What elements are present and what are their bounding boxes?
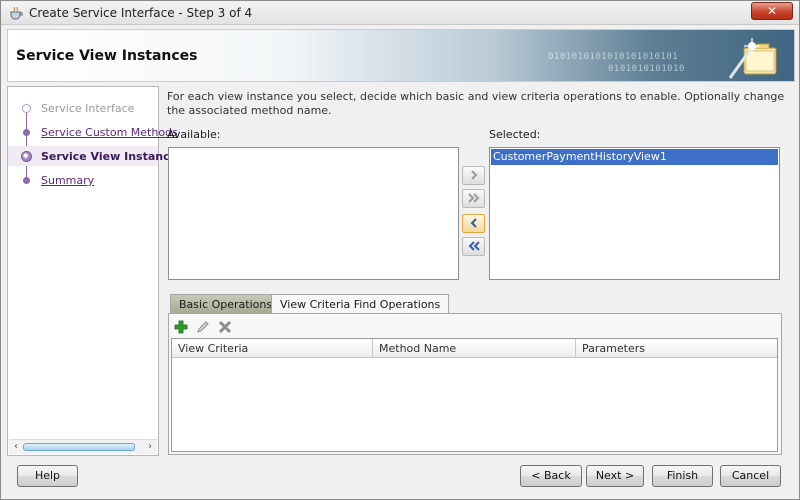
- nav-horizontal-scrollbar[interactable]: ‹ ›: [9, 439, 157, 454]
- cancel-button-label: Cancel: [731, 469, 770, 482]
- chevron-right-icon: [470, 170, 477, 180]
- current-step-icon: [21, 151, 32, 162]
- nav-item-summary[interactable]: Summary: [8, 170, 158, 190]
- close-icon: ✕: [766, 4, 778, 18]
- scroll-left-icon[interactable]: ‹: [9, 440, 23, 454]
- edit-pencil-icon[interactable]: [195, 319, 211, 335]
- delete-x-icon[interactable]: [217, 319, 233, 335]
- window-close-button[interactable]: ✕: [751, 2, 793, 20]
- next-button-label: Next >: [595, 469, 635, 482]
- scrollbar-thumb[interactable]: [23, 443, 135, 451]
- wizard-nav-panel: Service Interface Service Custom Methods…: [7, 86, 184, 456]
- column-header-view-criteria[interactable]: View Criteria: [172, 339, 373, 358]
- help-button[interactable]: Help: [17, 465, 78, 487]
- step-dot-icon: [23, 177, 30, 184]
- back-button[interactable]: < Back: [520, 465, 582, 487]
- tab-view-criteria-find-operations[interactable]: View Criteria Find Operations: [271, 294, 450, 314]
- selected-label: Selected:: [489, 128, 541, 141]
- nav-item-label: Service View Instances: [41, 150, 184, 163]
- wizard-window: Create Service Interface - Step 3 of 4 ✕…: [0, 0, 800, 500]
- back-button-label: < Back: [531, 469, 571, 482]
- chevron-left-icon: [470, 218, 477, 228]
- instructions-text: For each view instance you select, decid…: [167, 90, 785, 117]
- double-chevron-right-icon: [467, 193, 479, 203]
- nav-item-label: Service Custom Methods: [41, 126, 178, 139]
- nav-item-service-custom-methods[interactable]: Service Custom Methods: [8, 122, 178, 142]
- column-header-method-name[interactable]: Method Name: [373, 339, 576, 358]
- move-left-button[interactable]: [462, 214, 485, 233]
- selected-list[interactable]: CustomerPaymentHistoryView1: [489, 147, 780, 280]
- coffee-cup-icon: [10, 6, 23, 20]
- column-header-parameters[interactable]: Parameters: [576, 339, 777, 358]
- finish-button-label: Finish: [666, 469, 699, 482]
- window-title: Create Service Interface - Step 3 of 4: [29, 6, 253, 20]
- page-title: Service View Instances: [16, 48, 198, 64]
- next-button[interactable]: Next >: [586, 465, 644, 487]
- folder-wand-icon: [728, 38, 777, 79]
- title-bar: Create Service Interface - Step 3 of 4 ✕: [1, 1, 799, 25]
- step-dot-icon: [22, 104, 31, 113]
- banner-binary-text-2: 0101010101010: [608, 64, 685, 74]
- header-banner: Service View Instances 01010101010101010…: [7, 29, 795, 82]
- scroll-right-icon[interactable]: ›: [143, 440, 157, 454]
- available-list[interactable]: [168, 147, 459, 280]
- view-criteria-table[interactable]: View Criteria Method Name Parameters: [171, 338, 778, 452]
- move-all-left-button[interactable]: [462, 237, 485, 256]
- cancel-button[interactable]: Cancel: [720, 465, 781, 487]
- step-dot-icon: [23, 129, 30, 136]
- nav-item-service-interface[interactable]: Service Interface: [8, 98, 158, 118]
- move-right-button[interactable]: [462, 166, 485, 185]
- move-all-right-button[interactable]: [462, 189, 485, 208]
- nav-item-label: Service Interface: [41, 102, 135, 115]
- nav-item-service-view-instances[interactable]: Service View Instances: [8, 146, 184, 166]
- tab-panel: View Criteria Method Name Parameters: [168, 313, 782, 455]
- available-label: Available:: [167, 128, 221, 141]
- finish-button[interactable]: Finish: [652, 465, 713, 487]
- list-item[interactable]: CustomerPaymentHistoryView1: [491, 149, 778, 165]
- nav-item-label: Summary: [41, 174, 95, 187]
- help-button-label: Help: [34, 469, 61, 482]
- tab-basic-operations[interactable]: Basic Operations: [170, 294, 282, 313]
- double-chevron-left-icon: [468, 241, 480, 251]
- add-icon[interactable]: [173, 319, 189, 335]
- banner-binary-text: 0101010101010101010101: [548, 52, 679, 62]
